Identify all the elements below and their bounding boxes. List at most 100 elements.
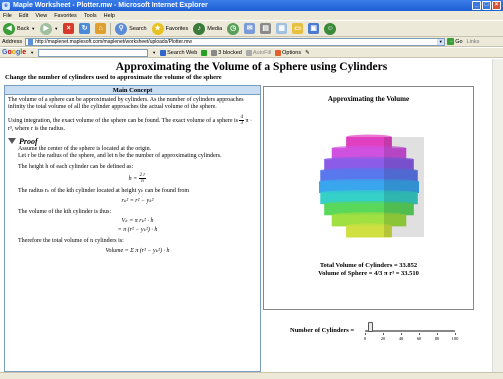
address-dropdown-icon[interactable]: ▼ [437,38,445,45]
discuss-icon: ▣ [308,23,320,34]
slider-tick-mark [419,333,420,335]
pencil-icon[interactable]: ✎ [305,50,310,56]
autofill-icon [245,49,252,56]
page-subtitle: Change the number of cylinders used to a… [5,74,222,81]
options-button[interactable]: Options [275,49,302,56]
radius-text: The radius rₖ of the kth cylinder locate… [18,188,190,195]
google-search-input[interactable] [38,48,149,57]
proof-line-1: Assume the center of the sphere is locat… [18,145,152,152]
slider-tick-mark [383,333,384,335]
slider-tick-label: 80 [434,336,440,341]
exact-volume-text: Using integration, the exact volume of t… [8,118,238,125]
media-button[interactable]: ♪ Media [192,22,223,36]
popup-blocker-button[interactable]: 3 blocked [211,49,242,56]
ie-icon: e [2,1,10,10]
messenger-button[interactable]: ☺ [323,22,337,36]
volume-equation-1: Vₖ = π rₖ² · h [121,218,154,225]
height-text: The height h of each cylinder can be def… [18,164,134,171]
go-arrow-icon: → [447,38,455,45]
pagerank-icon [201,49,208,56]
menu-file[interactable]: File [3,13,12,19]
menu-bar: File Edit View Favorites Tools Help [0,11,503,20]
slider-tick-label: 40 [398,336,404,341]
forward-arrow-icon: ▶ [40,22,53,35]
forward-button[interactable]: ▶ ▼ [39,22,59,36]
edit-icon: ▦ [276,23,288,34]
pagerank-indicator[interactable] [201,49,208,56]
slider-thumb[interactable] [368,322,373,332]
menu-view[interactable]: View [35,13,47,19]
edit-button[interactable]: ▦ [275,22,288,36]
blocked-label: 3 blocked [218,49,242,56]
mail-button[interactable]: ✉ [243,22,256,36]
minimize-button[interactable]: _ [472,1,481,10]
search-label: Search [129,25,147,32]
height-equation: h = 2 r n [18,173,257,184]
search-button[interactable]: ⚲ Search [114,22,147,36]
discuss-button[interactable]: ▣ [307,22,320,36]
back-label: Back [17,25,30,32]
home-icon: ⌂ [95,23,107,34]
stop-icon: × [63,23,75,34]
total-text: Therefore the total volume of n cylinder… [18,238,124,245]
vertical-scrollbar[interactable] [492,59,503,372]
slider-ticks: 0 20 40 60 80 100 [364,333,460,343]
expand-triangle-icon [8,138,16,145]
refresh-button[interactable]: ↻ [78,22,91,36]
page-content: Approximating the Volume of a Sphere usi… [0,59,503,372]
search-web-label: Search Web [167,49,198,56]
menu-help[interactable]: Help [104,13,115,19]
links-label[interactable]: Links [467,39,480,45]
height-lhs: h = [128,176,138,183]
autofill-button[interactable]: AutoFill [245,49,271,56]
google-logo[interactable]: Google [2,49,26,56]
frac-den: 3 [240,121,243,127]
concept-paragraph-2: Using integration, the exact volume of t… [8,115,257,133]
slider-track[interactable] [365,330,455,332]
slider-tick-mark [437,333,438,335]
page-title: Approximating the Volume of a Sphere usi… [115,61,388,73]
sphere-shading [384,137,424,237]
home-button[interactable]: ⌂ [94,22,107,36]
go-button[interactable]: → Go [447,38,463,45]
back-button[interactable]: ◀ Back ▼ [2,22,36,36]
menu-favorites[interactable]: Favorites [54,13,77,19]
slider-tick-mark [365,333,366,335]
window-titlebar[interactable]: e Maple Worksheet - Plotter.mw - Microso… [0,0,503,11]
print-button[interactable]: ▤ [259,22,272,36]
height-den: n [141,179,144,185]
folder-button[interactable]: ▭ [291,22,304,36]
media-label: Media [207,25,223,32]
mail-icon: ✉ [244,23,256,34]
slider-label: Number of Cylinders = [290,327,355,334]
menu-tools[interactable]: Tools [84,13,97,19]
address-input[interactable]: http://maplenet.maplesoft.com/maplenet/w… [25,37,446,46]
address-url: http://maplenet.maplesoft.com/maplenet/w… [35,38,192,45]
google-menu-icon[interactable]: ▼ [30,50,34,55]
maximize-button[interactable]: □ [482,1,491,10]
close-button[interactable]: × [492,1,501,10]
browser-toolbar: ◀ Back ▼ ▶ ▼ × ↻ ⌂ ⚲ Search ★ Favorites … [0,20,503,37]
options-label: Options [282,49,302,56]
back-dropdown-icon[interactable]: ▼ [31,26,35,31]
go-label: Go [455,38,463,45]
slider-tick-label: 100 [451,336,459,341]
forward-dropdown-icon[interactable]: ▼ [54,26,58,31]
history-button[interactable]: ◷ [226,22,240,36]
proof-toggle[interactable]: Proof [8,137,257,145]
radius-equation: rₖ² = r² − yₖ² [121,197,154,204]
search-web-button[interactable]: Search Web [160,49,198,56]
favorites-button[interactable]: ★ Favorites [151,22,190,36]
slider-tick-mark [455,333,456,335]
status-bar [0,372,503,379]
stop-button[interactable]: × [62,22,75,36]
messenger-icon: ☺ [324,22,337,35]
volume-equation-2: = π (r² − yₖ²) · h [117,227,158,234]
google-search-dropdown-icon[interactable]: ▼ [152,50,156,55]
menu-edit[interactable]: Edit [19,13,28,19]
page-icon [28,38,34,45]
address-label: Address [2,38,23,45]
panel-body: The volume of a sphere can be approximat… [5,95,260,261]
concept-paragraph-1: The volume of a sphere can be approximat… [8,97,244,111]
proof-line-2: Let r be the radius of the sphere, and l… [18,153,222,160]
